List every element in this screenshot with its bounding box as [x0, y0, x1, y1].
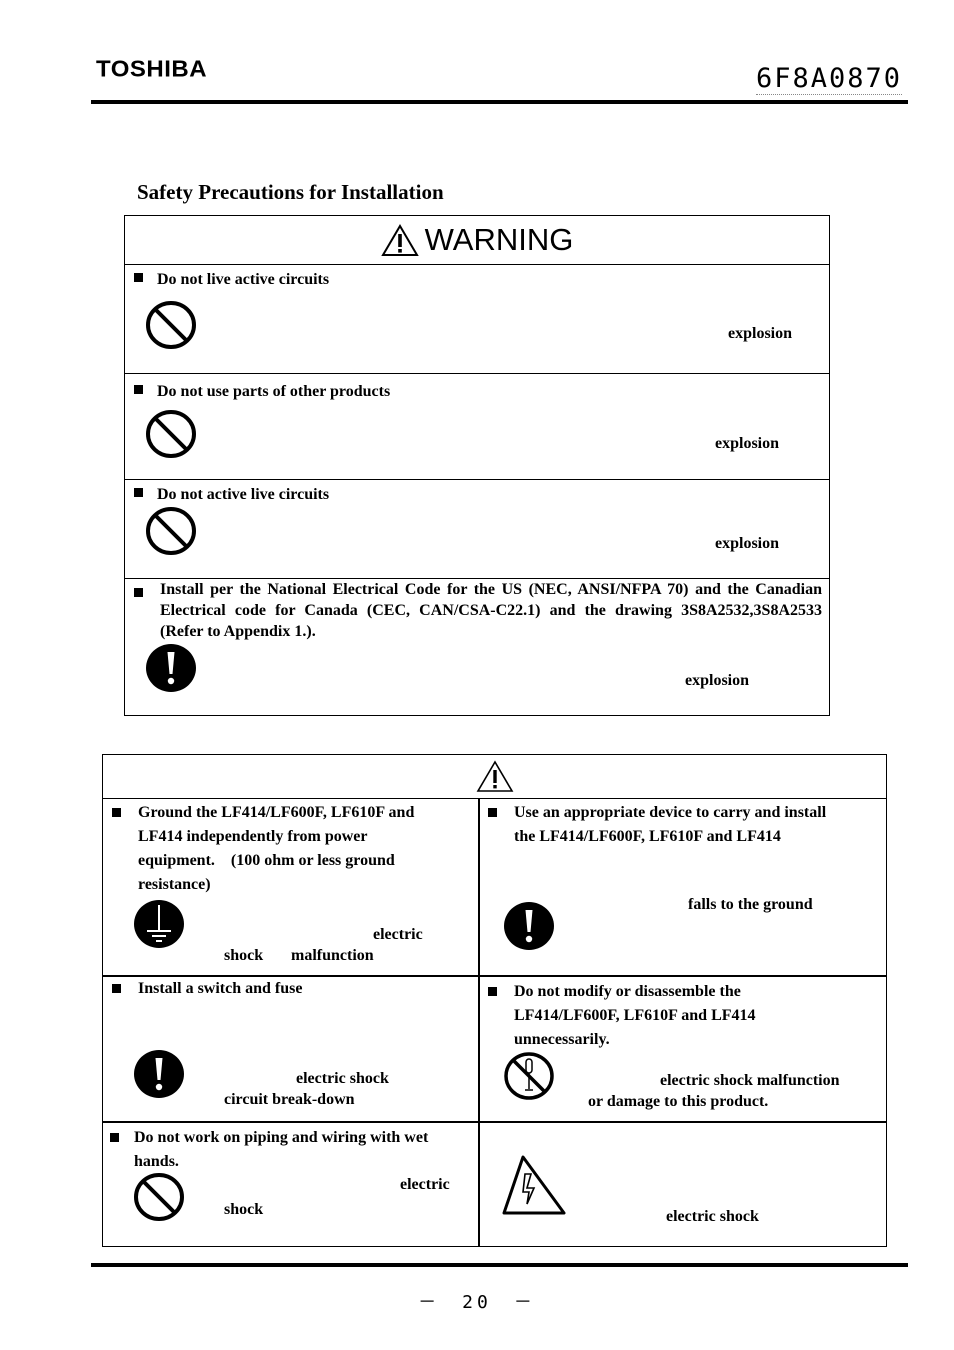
bullet-icon	[134, 488, 143, 497]
caution-item-title-line: resistance)	[138, 876, 211, 893]
warning-item: Do not use parts of other products explo…	[125, 374, 829, 480]
bullet-icon	[134, 588, 143, 597]
caution-item-title-line: Ground the LF414/LF600F, LF610F and	[138, 804, 415, 821]
warning-item-title: Do not active live circuits	[157, 486, 330, 503]
warning-box: WARNING Do not live active circuits expl…	[124, 215, 830, 716]
prohibition-icon	[146, 301, 196, 349]
warning-consequence: explosion	[715, 435, 780, 452]
caution-item-title-line: Install a switch and fuse	[138, 980, 303, 997]
document-number: 6F8A0870	[756, 63, 903, 95]
warning-item-title: Install per the National Electrical Code…	[160, 581, 822, 640]
caution-item: Do not work on piping and wiring with we…	[103, 1122, 478, 1246]
caution-item: Install a switch and fuse electric shock…	[103, 976, 478, 1121]
warning-consequence: explosion	[685, 672, 750, 689]
warning-item: Do not active live circuits explosion	[125, 480, 829, 579]
warning-item: Install per the National Electrical Code…	[125, 579, 829, 716]
caution-item-title-line: LF414 independently from power	[138, 828, 368, 845]
electric-shock-hazard-icon	[502, 1155, 566, 1215]
caution-heading	[103, 755, 886, 799]
caution-consequence: electric shock	[666, 1208, 759, 1225]
page-number: － 20 －	[418, 1292, 536, 1313]
section-title: Safety Precautions for Installation	[137, 180, 444, 204]
caution-item-title-line: Do not work on piping and wiring with we…	[134, 1129, 429, 1146]
caution-consequence: electric	[400, 1176, 450, 1193]
caution-item-title-line: equipment. (100 ohm or less ground	[138, 852, 395, 869]
caution-consequence: or damage to this product.	[588, 1093, 769, 1110]
caution-consequence: shock	[224, 947, 264, 964]
caution-consequence: falls to the ground	[688, 896, 813, 913]
toshiba-logo: TOSHIBA	[96, 56, 208, 83]
prohibition-icon	[134, 1173, 184, 1221]
warning-consequence: explosion	[715, 535, 780, 552]
mandatory-action-icon	[134, 1050, 184, 1098]
caution-item: electric shock	[479, 1122, 886, 1246]
caution-item-title-line: unnecessarily.	[514, 1031, 610, 1048]
caution-triangle-icon	[476, 760, 513, 792]
warning-item: Do not live active circuits explosion	[125, 265, 829, 374]
caution-item-title-line: LF414/LF600F, LF610F and LF414	[514, 1007, 756, 1024]
caution-box: Ground the LF414/LF600F, LF610F and LF41…	[102, 754, 887, 1247]
warning-item-title: Do not use parts of other products	[157, 383, 391, 400]
bullet-icon	[110, 1133, 119, 1142]
caution-consequence: electric shock	[296, 1070, 389, 1087]
bullet-icon	[488, 808, 497, 817]
footer-rule	[91, 1263, 908, 1267]
caution-item-title-line: Use an appropriate device to carry and i…	[514, 804, 827, 821]
caution-item: Use an appropriate device to carry and i…	[479, 798, 886, 975]
caution-item-title-line: the LF414/LF600F, LF610F and LF414	[514, 828, 781, 845]
caution-item: Ground the LF414/LF600F, LF610F and LF41…	[103, 798, 478, 975]
bullet-icon	[134, 385, 143, 394]
caution-consequence: electric shock malfunction	[660, 1072, 840, 1089]
caution-consequence: malfunction	[291, 947, 374, 964]
warning-heading: WARNING	[125, 216, 829, 265]
prohibition-icon	[146, 410, 196, 458]
caution-item-title-line: hands.	[134, 1153, 179, 1170]
bullet-icon	[134, 273, 143, 282]
no-disassembly-icon	[504, 1052, 554, 1100]
warning-heading-text: WARNING	[424, 222, 574, 257]
mandatory-action-icon	[504, 902, 554, 950]
bullet-icon	[112, 808, 121, 817]
bullet-icon	[488, 987, 497, 996]
ground-icon	[134, 900, 184, 948]
caution-item-title-line: Do not modify or disassemble the	[514, 983, 741, 1000]
caution-item: Do not modify or disassemble the LF414/L…	[479, 976, 886, 1121]
caution-consequence: shock	[224, 1201, 264, 1218]
warning-item-title: Do not live active circuits	[157, 271, 330, 288]
bullet-icon	[112, 984, 121, 993]
warning-triangle-icon	[380, 223, 419, 256]
caution-consequence: electric	[373, 926, 423, 943]
caution-consequence: circuit break-down	[224, 1091, 355, 1108]
warning-consequence: explosion	[728, 325, 793, 342]
mandatory-action-icon	[146, 644, 196, 692]
header-rule	[91, 100, 908, 104]
prohibition-icon	[146, 507, 196, 555]
